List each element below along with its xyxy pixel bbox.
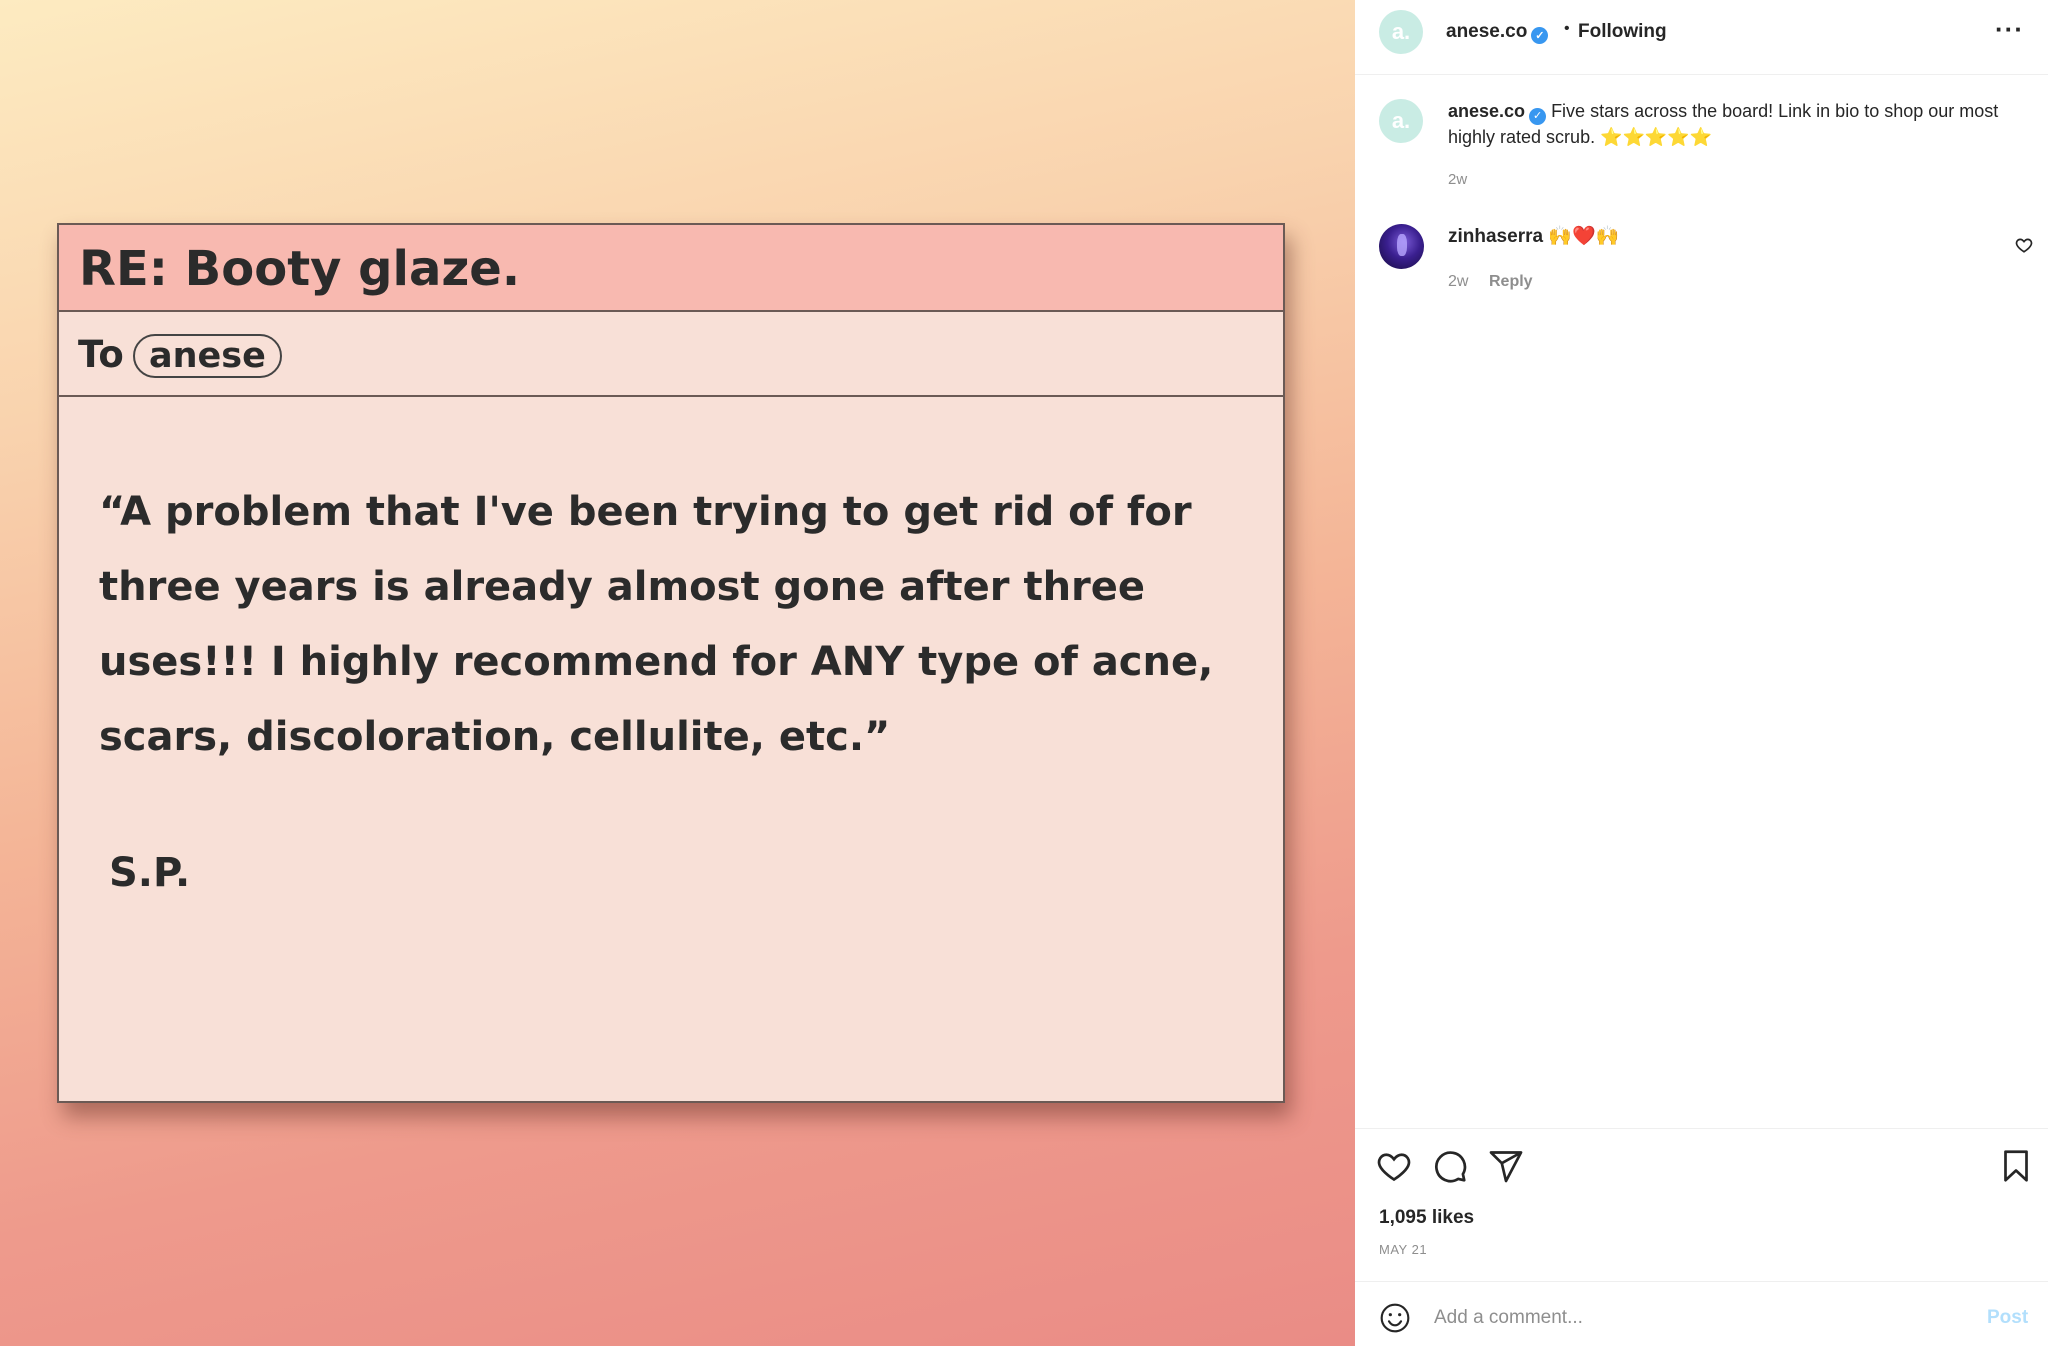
comment-heart-icon[interactable] <box>2015 236 2033 254</box>
caption-body: Five stars across the board! Link in bio… <box>1448 101 1999 147</box>
divider <box>1355 1128 2048 1129</box>
header-username-text[interactable]: anese.co <box>1446 21 1527 42</box>
post-side-panel: a. anese.co ✓ • Following ··· a. anese.co… <box>1355 0 2048 1346</box>
verified-badge-icon: ✓ <box>1531 27 1549 44</box>
caption-text: anese.co ✓ Five stars across the board! L… <box>1448 99 2008 150</box>
caption-timestamp[interactable]: 2w <box>1448 171 1467 188</box>
post-media: RE: Booty glaze. To anese “A problem tha… <box>0 0 1355 1346</box>
comment-avatar[interactable] <box>1379 224 1424 269</box>
header-username[interactable]: anese.co ✓ <box>1446 21 1549 44</box>
following-button[interactable]: Following <box>1578 21 1667 43</box>
note-quote: “A problem that I've been trying to get … <box>99 489 1214 760</box>
note-subject: RE: Booty glaze. <box>79 241 521 297</box>
bookmark-icon[interactable] <box>1998 1148 2034 1184</box>
emoji-icon[interactable] <box>1379 1302 1411 1334</box>
share-icon[interactable] <box>1488 1148 1524 1184</box>
caption-username[interactable]: anese.co <box>1448 101 1525 121</box>
likes-count[interactable]: 1,095 likes <box>1379 1207 1474 1229</box>
post-header: a. anese.co ✓ • Following ··· <box>1355 0 2048 75</box>
verified-badge-icon: ✓ <box>1529 108 1547 125</box>
header-separator: • <box>1564 20 1570 37</box>
comment-icon[interactable] <box>1432 1148 1468 1184</box>
note-to-label: To <box>78 333 124 376</box>
divider <box>1355 1281 2048 1282</box>
comment-username[interactable]: zinhaserra <box>1448 226 1543 247</box>
note-signature: S.P. <box>109 850 191 896</box>
comment-timestamp: 2w <box>1448 273 1469 290</box>
note-recipient-row: To anese <box>59 312 1283 397</box>
caption-avatar[interactable]: a. <box>1379 99 1423 143</box>
post-date: MAY 21 <box>1379 1242 1428 1257</box>
heart-icon[interactable] <box>1376 1148 1412 1184</box>
reply-button[interactable]: Reply <box>1489 273 1533 291</box>
comment-input[interactable] <box>1434 1302 1954 1334</box>
comment-text: zinhaserra 🙌❤️🙌 <box>1448 224 1619 248</box>
email-note-card: RE: Booty glaze. To anese “A problem tha… <box>57 223 1285 1103</box>
note-subject-bar: RE: Booty glaze. <box>59 225 1283 312</box>
note-recipient-chip: anese <box>133 334 282 378</box>
more-options-icon[interactable]: ··· <box>1995 14 2024 45</box>
avatar[interactable]: a. <box>1379 10 1423 54</box>
comment-body: 🙌❤️🙌 <box>1548 226 1620 247</box>
post-button[interactable]: Post <box>1987 1307 2028 1329</box>
